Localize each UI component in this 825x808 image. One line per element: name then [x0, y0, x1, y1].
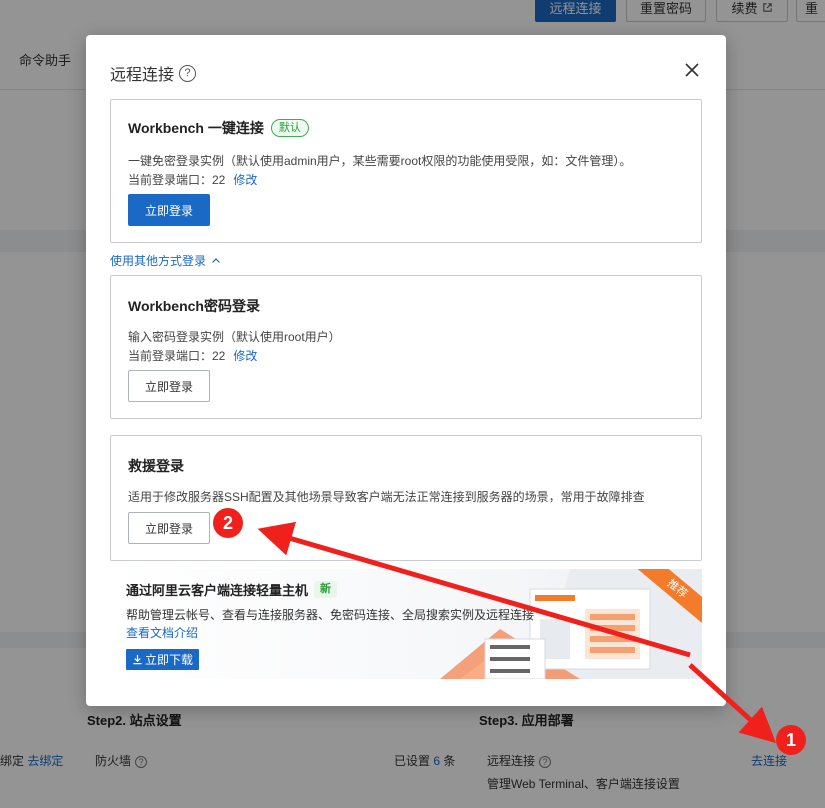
- port-row: 当前登录端口：22 修改: [128, 347, 257, 364]
- download-button[interactable]: 立即下载: [126, 649, 200, 670]
- workbench-one-click-card: Workbench 一键连接 默认 一键免密登录实例（默认使用admin用户，某…: [110, 99, 702, 243]
- download-icon: [133, 654, 142, 665]
- workbench-password-card: Workbench密码登录 输入密码登录实例（默认使用root用户） 当前登录端…: [110, 275, 702, 419]
- client-promo-banner: 推荐 通过阿里云客户端连接轻量主机 新 帮助管理云帐号、查看与连接服务器、免密码…: [110, 569, 702, 679]
- card-desc: 一键免密登录实例（默认使用admin用户，某些需要root权限的功能使用受限，如…: [128, 154, 632, 168]
- remote-connect-dialog: 远程连接 ? Workbench 一键连接 默认 一键免密登录实例（默认使用ad…: [86, 35, 726, 706]
- promo-title: 通过阿里云客户端连接轻量主机: [126, 583, 309, 598]
- help-icon[interactable]: ?: [179, 64, 197, 82]
- edit-port-link[interactable]: 修改: [233, 349, 257, 363]
- other-methods-label: 使用其他方式登录: [110, 254, 207, 268]
- rescue-login-card: 救援登录 适用于修改服务器SSH配置及其他场景导致客户端无法正常连接到服务器的场…: [110, 435, 702, 561]
- annotation-marker-1: 1: [776, 725, 806, 755]
- card-title: 救援登录: [128, 458, 184, 474]
- view-docs-link[interactable]: 查看文档介绍: [126, 624, 198, 641]
- chevron-up-icon: [212, 257, 220, 263]
- rescue-login-button[interactable]: 立即登录: [128, 512, 210, 544]
- dialog-title: 远程连接: [110, 67, 175, 84]
- login-now-button[interactable]: 立即登录: [128, 194, 210, 226]
- promo-desc: 帮助管理云帐号、查看与连接服务器、免密码连接、全局搜索实例及远程连接: [126, 608, 535, 622]
- annotation-marker-2: 2: [213, 508, 243, 538]
- promo-title-row: 通过阿里云客户端连接轻量主机 新: [126, 580, 338, 599]
- default-badge: 默认: [270, 119, 309, 137]
- card-title: Workbench密码登录: [128, 298, 260, 314]
- card-desc: 适用于修改服务器SSH配置及其他场景导致客户端无法正常连接到服务器的场景，常用于…: [128, 490, 645, 504]
- download-label: 立即下载: [145, 653, 194, 667]
- dialog-title-row: 远程连接 ?: [110, 61, 197, 85]
- port-row: 当前登录端口：22 修改: [128, 171, 257, 188]
- port-label: 当前登录端口：22: [128, 173, 226, 187]
- login-now-button[interactable]: 立即登录: [128, 370, 210, 402]
- edit-port-link[interactable]: 修改: [233, 173, 257, 187]
- card-title-row: Workbench 一键连接 默认: [128, 118, 309, 138]
- other-methods-toggle[interactable]: 使用其他方式登录: [110, 252, 221, 269]
- port-label: 当前登录端口：22: [128, 349, 226, 363]
- new-badge: 新: [314, 581, 338, 598]
- close-icon[interactable]: [684, 62, 700, 78]
- card-desc: 输入密码登录实例（默认使用root用户）: [128, 330, 341, 344]
- card-title: Workbench 一键连接: [128, 120, 264, 136]
